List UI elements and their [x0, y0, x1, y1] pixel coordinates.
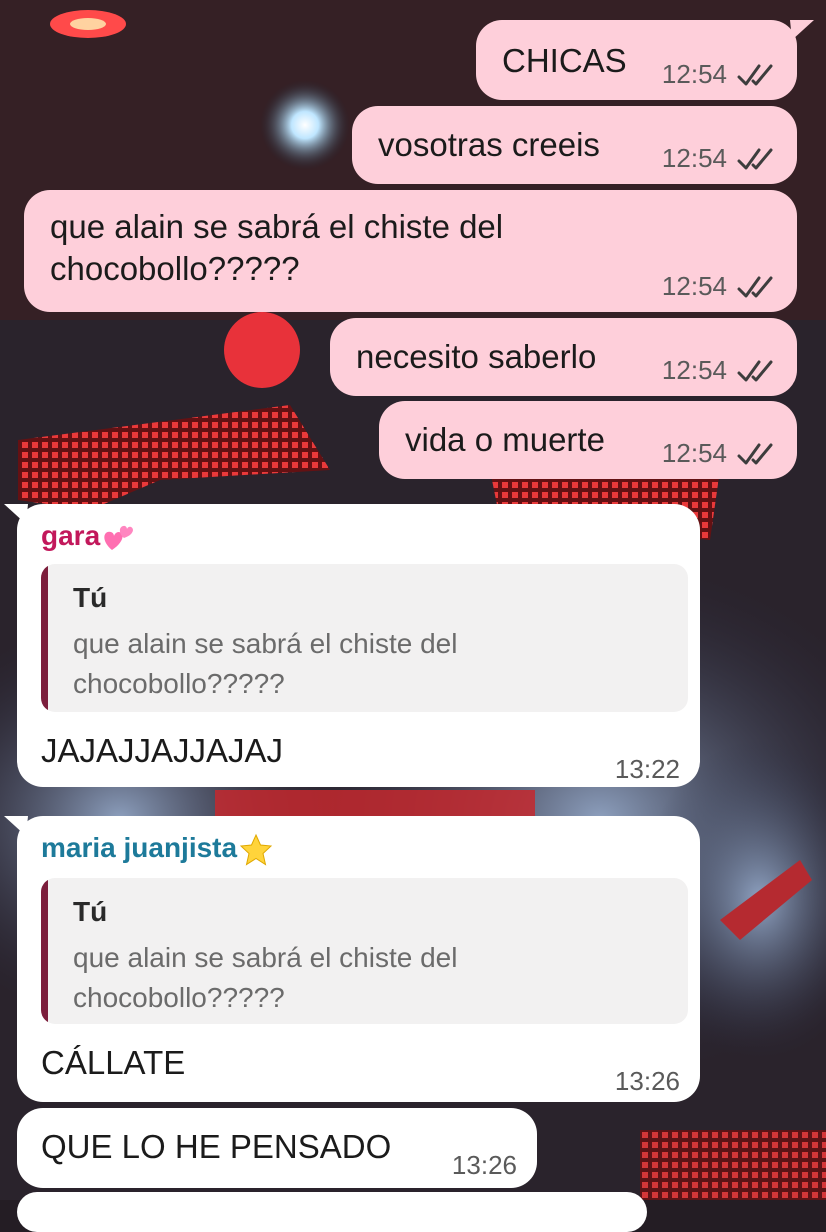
incoming-message-partial[interactable]: [17, 1192, 647, 1232]
message-text: CÁLLATE: [41, 1044, 186, 1081]
message-meta: 12:54: [662, 438, 775, 469]
star-icon: [239, 833, 273, 866]
quote-text: que alain se sabrá el chiste del chocobo…: [73, 942, 458, 1013]
message-text: vosotras creeis: [378, 126, 600, 163]
message-time: 13:26: [451, 1150, 517, 1180]
incoming-message[interactable]: maria juanjista Tú que alain se sabrá el…: [17, 816, 700, 1102]
message-time: 13:26: [614, 1066, 680, 1096]
quote-bar: [41, 564, 48, 712]
message-text: JAJAJJAJJAJAJ: [41, 732, 284, 769]
sender-name[interactable]: maria juanjista: [41, 832, 273, 867]
double-check-icon: [737, 443, 773, 464]
message-meta: 12:54: [662, 59, 775, 90]
message-time: 12:54: [661, 59, 727, 89]
sender-name[interactable]: gara: [41, 520, 134, 554]
outgoing-message[interactable]: necesito saberlo 12:54: [330, 318, 797, 396]
two-hearts-icon: [104, 525, 134, 550]
double-check-icon: [737, 276, 773, 297]
message-text: QUE LO HE PENSADO: [41, 1128, 392, 1165]
quote-text: que alain se sabrá el chiste del chocobo…: [73, 628, 458, 699]
message-meta: 12:54: [662, 355, 775, 386]
incoming-message[interactable]: QUE LO HE PENSADO 13:26: [17, 1108, 537, 1188]
message-list[interactable]: CHICAS 12:54 vosotras creeis 12:54 que a…: [0, 0, 826, 1232]
message-text-line2: chocobollo?????: [50, 250, 300, 287]
outgoing-message[interactable]: CHICAS 12:54: [476, 20, 797, 100]
message-time: 13:22: [614, 754, 680, 784]
message-time: 12:54: [661, 143, 727, 173]
message-time: 12:54: [661, 438, 727, 468]
message-text: CHICAS: [502, 42, 627, 79]
quote-bar: [41, 878, 48, 1024]
quoted-message[interactable]: Tú que alain se sabrá el chiste del choc…: [41, 878, 688, 1024]
quote-author: Tú: [73, 896, 108, 927]
message-text: vida o muerte: [405, 421, 605, 458]
quoted-message[interactable]: Tú que alain se sabrá el chiste del choc…: [41, 564, 688, 712]
message-text: que alain se sabrá el chiste del: [50, 208, 504, 245]
bubble-tail: [790, 20, 814, 40]
double-check-icon: [737, 360, 773, 381]
double-check-icon: [737, 148, 773, 169]
message-time: 12:54: [661, 355, 727, 385]
incoming-message[interactable]: gara Tú que alain se sabrá el chiste del…: [17, 504, 700, 787]
double-check-icon: [737, 64, 773, 85]
outgoing-message[interactable]: vosotras creeis 12:54: [352, 106, 797, 184]
message-meta: 12:54: [662, 143, 775, 174]
outgoing-message[interactable]: que alain se sabrá el chiste del chocobo…: [24, 190, 797, 312]
message-meta: 12:54: [662, 271, 775, 302]
outgoing-message[interactable]: vida o muerte 12:54: [379, 401, 797, 479]
message-text: necesito saberlo: [356, 338, 597, 375]
quote-author: Tú: [73, 582, 108, 613]
message-time: 12:54: [661, 271, 727, 301]
